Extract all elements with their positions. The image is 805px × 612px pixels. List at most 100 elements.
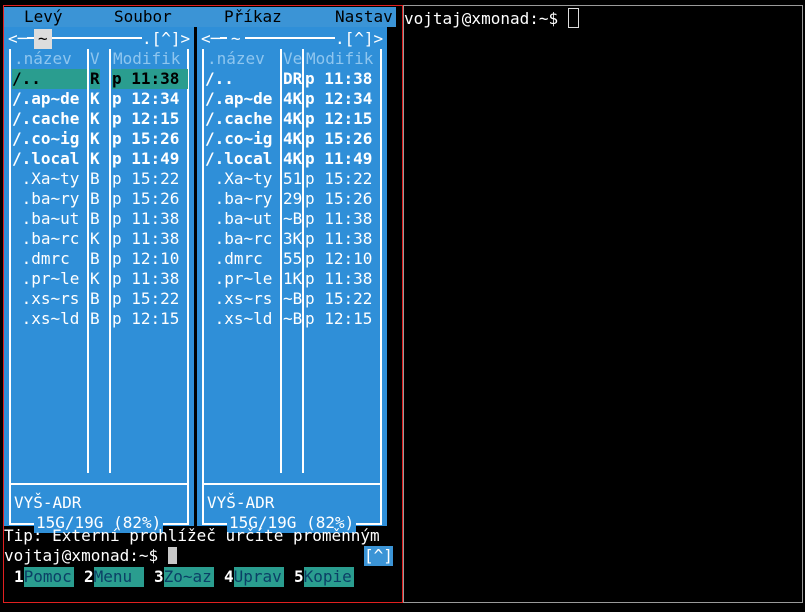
file-name: /.. [205, 69, 234, 88]
column-header-name[interactable]: .název [207, 49, 265, 69]
column-header-mtime[interactable]: Modifik [306, 49, 373, 69]
panel-border-left-lower [9, 483, 11, 525]
menu-bar: Levý Soubor Příkaz Nastav [4, 7, 396, 27]
fkey-zoaz[interactable]: 3Zo~az [154, 567, 214, 587]
file-size: 1K [283, 269, 303, 288]
fkey-menu[interactable]: 2Menu [84, 567, 144, 587]
file-mtime: p 11:38 [112, 209, 180, 228]
column-header-size[interactable]: V [90, 49, 100, 69]
fkey-number: 1 [14, 567, 24, 586]
file-mtime: p 15:22 [112, 289, 180, 308]
file-row[interactable]: .Xa~ty 51 p 15:22 [205, 169, 381, 189]
panel-nav-left[interactable]: <─ [201, 29, 221, 49]
menu-file[interactable]: Soubor [114, 7, 172, 27]
file-row[interactable]: /.ap~de Kp 12:34 [12, 89, 188, 109]
file-size: K [90, 109, 100, 128]
file-name: .ba~ut [12, 209, 80, 228]
tip-line: Tip: Externí prohlížeč určíte proměnným [4, 526, 380, 545]
file-row[interactable]: /.cache 4K p 12:15 [205, 109, 381, 129]
menu-command[interactable]: Příkaz [224, 7, 282, 27]
prompt-badge[interactable]: [^] [364, 546, 393, 566]
panel-history-button[interactable]: .[^]> [142, 29, 191, 49]
file-mtime: p 11:38 [305, 269, 373, 288]
file-row[interactable]: /.. DR p 11:38 [205, 69, 381, 89]
column-header-size[interactable]: Ve [283, 49, 302, 69]
file-row[interactable]: .dmrc 55 p 12:10 [205, 249, 381, 269]
panel-path[interactable]: ~ [34, 29, 52, 49]
file-size: 3K [283, 229, 303, 248]
right-panel[interactable]: <─ ~ .[^]> .název Ve Modifik/.. DR p 11:38/.ap~… [197, 27, 387, 533]
file-mtime: p 12:10 [305, 249, 373, 268]
fkey-label: Uprav [233, 567, 284, 587]
file-name: /.ap~de [12, 89, 80, 108]
file-mtime: p 12:34 [112, 89, 180, 108]
file-row[interactable]: /.cache Kp 12:15 [12, 109, 188, 129]
left-panel[interactable]: <─ ~ .[^]> .název V Modifik/.. Rp 11:38/.ap~de… [4, 27, 194, 533]
column-header-name[interactable]: .název [14, 49, 72, 69]
file-row[interactable]: .ba~ut ~B p 11:38 [205, 209, 381, 229]
file-name: .ba~rc [205, 229, 273, 248]
menu-options[interactable]: Nastav [335, 7, 393, 27]
file-name: /.cache [205, 109, 273, 128]
file-row[interactable]: .ba~rc Kp 11:38 [12, 229, 188, 249]
file-row[interactable]: .Xa~ty Bp 15:22 [12, 169, 188, 189]
file-row[interactable]: .pr~le 1K p 11:38 [205, 269, 381, 289]
right-terminal-window[interactable]: vojtaj@xmonad:~$ [403, 5, 803, 603]
terminal-prompt-text: vojtaj@xmonad:~$ [404, 9, 568, 28]
file-row[interactable]: /.ap~de 4K p 12:34 [205, 89, 381, 109]
file-size: ~B [283, 309, 303, 328]
file-row[interactable]: .pr~le Kp 11:38 [12, 269, 188, 289]
file-mtime: p 11:38 [112, 229, 180, 248]
file-mtime: p 11:38 [112, 69, 188, 89]
file-name: .pr~le [12, 269, 80, 288]
file-row[interactable]: /.co~ig 4K p 15:26 [205, 129, 381, 149]
file-row[interactable]: .dmrc Bp 12:10 [12, 249, 188, 269]
file-row[interactable]: .ba~ry 29 p 15:26 [205, 189, 381, 209]
file-size: 4K [283, 109, 303, 128]
column-header-mtime[interactable]: Modifik [113, 49, 180, 69]
file-mtime: p 12:15 [112, 309, 180, 328]
file-row[interactable]: .ba~rc 3K p 11:38 [205, 229, 381, 249]
fkey-label: Kopie [303, 567, 354, 587]
panel-path[interactable]: ~ [227, 29, 245, 49]
file-size: K [90, 129, 100, 148]
file-mtime: p 11:38 [305, 209, 373, 228]
fkey-kopie[interactable]: 5Kopie [294, 567, 354, 587]
file-row[interactable]: /.local Kp 11:49 [12, 149, 188, 169]
menu-left[interactable]: Levý [24, 7, 63, 27]
file-mtime: p 12:15 [305, 309, 373, 328]
fkey-pomoc[interactable]: 1Pomoc [14, 567, 74, 587]
file-row[interactable]: /.co~ig Kp 15:26 [12, 129, 188, 149]
file-mtime: p 12:10 [112, 249, 180, 268]
file-mtime: p 11:38 [305, 229, 373, 248]
file-mtime: p 15:22 [112, 169, 180, 188]
file-size: K [90, 229, 100, 248]
file-name: /.co~ig [205, 129, 273, 148]
file-row[interactable]: .xs~rs Bp 15:22 [12, 289, 188, 309]
file-size: B [90, 289, 100, 308]
file-size: K [90, 269, 100, 288]
file-row[interactable]: .ba~ry Bp 15:26 [12, 189, 188, 209]
terminal-prompt[interactable]: vojtaj@xmonad:~$ [404, 8, 579, 29]
panel-history-button[interactable]: .[^]> [335, 29, 384, 49]
file-row[interactable]: .xs~ld ~B p 12:15 [205, 309, 381, 329]
file-size: B [90, 209, 100, 228]
file-name: .pr~le [205, 269, 273, 288]
fkey-uprav[interactable]: 4Uprav [224, 567, 284, 587]
panel-nav-left[interactable]: <─ [8, 29, 28, 49]
file-row[interactable]: /.. Rp 11:38 [12, 69, 188, 89]
left-terminal-window[interactable]: Levý Soubor Příkaz Nastav <─ ~ .[^]> .název… [3, 5, 403, 603]
file-size: B [90, 249, 100, 268]
file-row[interactable]: /.local 4K p 11:49 [205, 149, 381, 169]
file-row[interactable]: .xs~rs ~B p 15:22 [205, 289, 381, 309]
file-row[interactable]: .xs~ld Bp 12:15 [12, 309, 188, 329]
shell-prompt[interactable]: vojtaj@xmonad:~$ [4, 546, 177, 566]
file-name: .xs~rs [12, 289, 80, 308]
file-name: .ba~rc [12, 229, 80, 248]
panel-border-right-lower [380, 483, 382, 525]
file-mtime: p 11:49 [112, 149, 180, 168]
fkey-label: Menu [93, 567, 144, 587]
file-name: .Xa~ty [12, 169, 80, 188]
panel-border-mid [202, 483, 382, 485]
file-row[interactable]: .ba~ut Bp 11:38 [12, 209, 188, 229]
